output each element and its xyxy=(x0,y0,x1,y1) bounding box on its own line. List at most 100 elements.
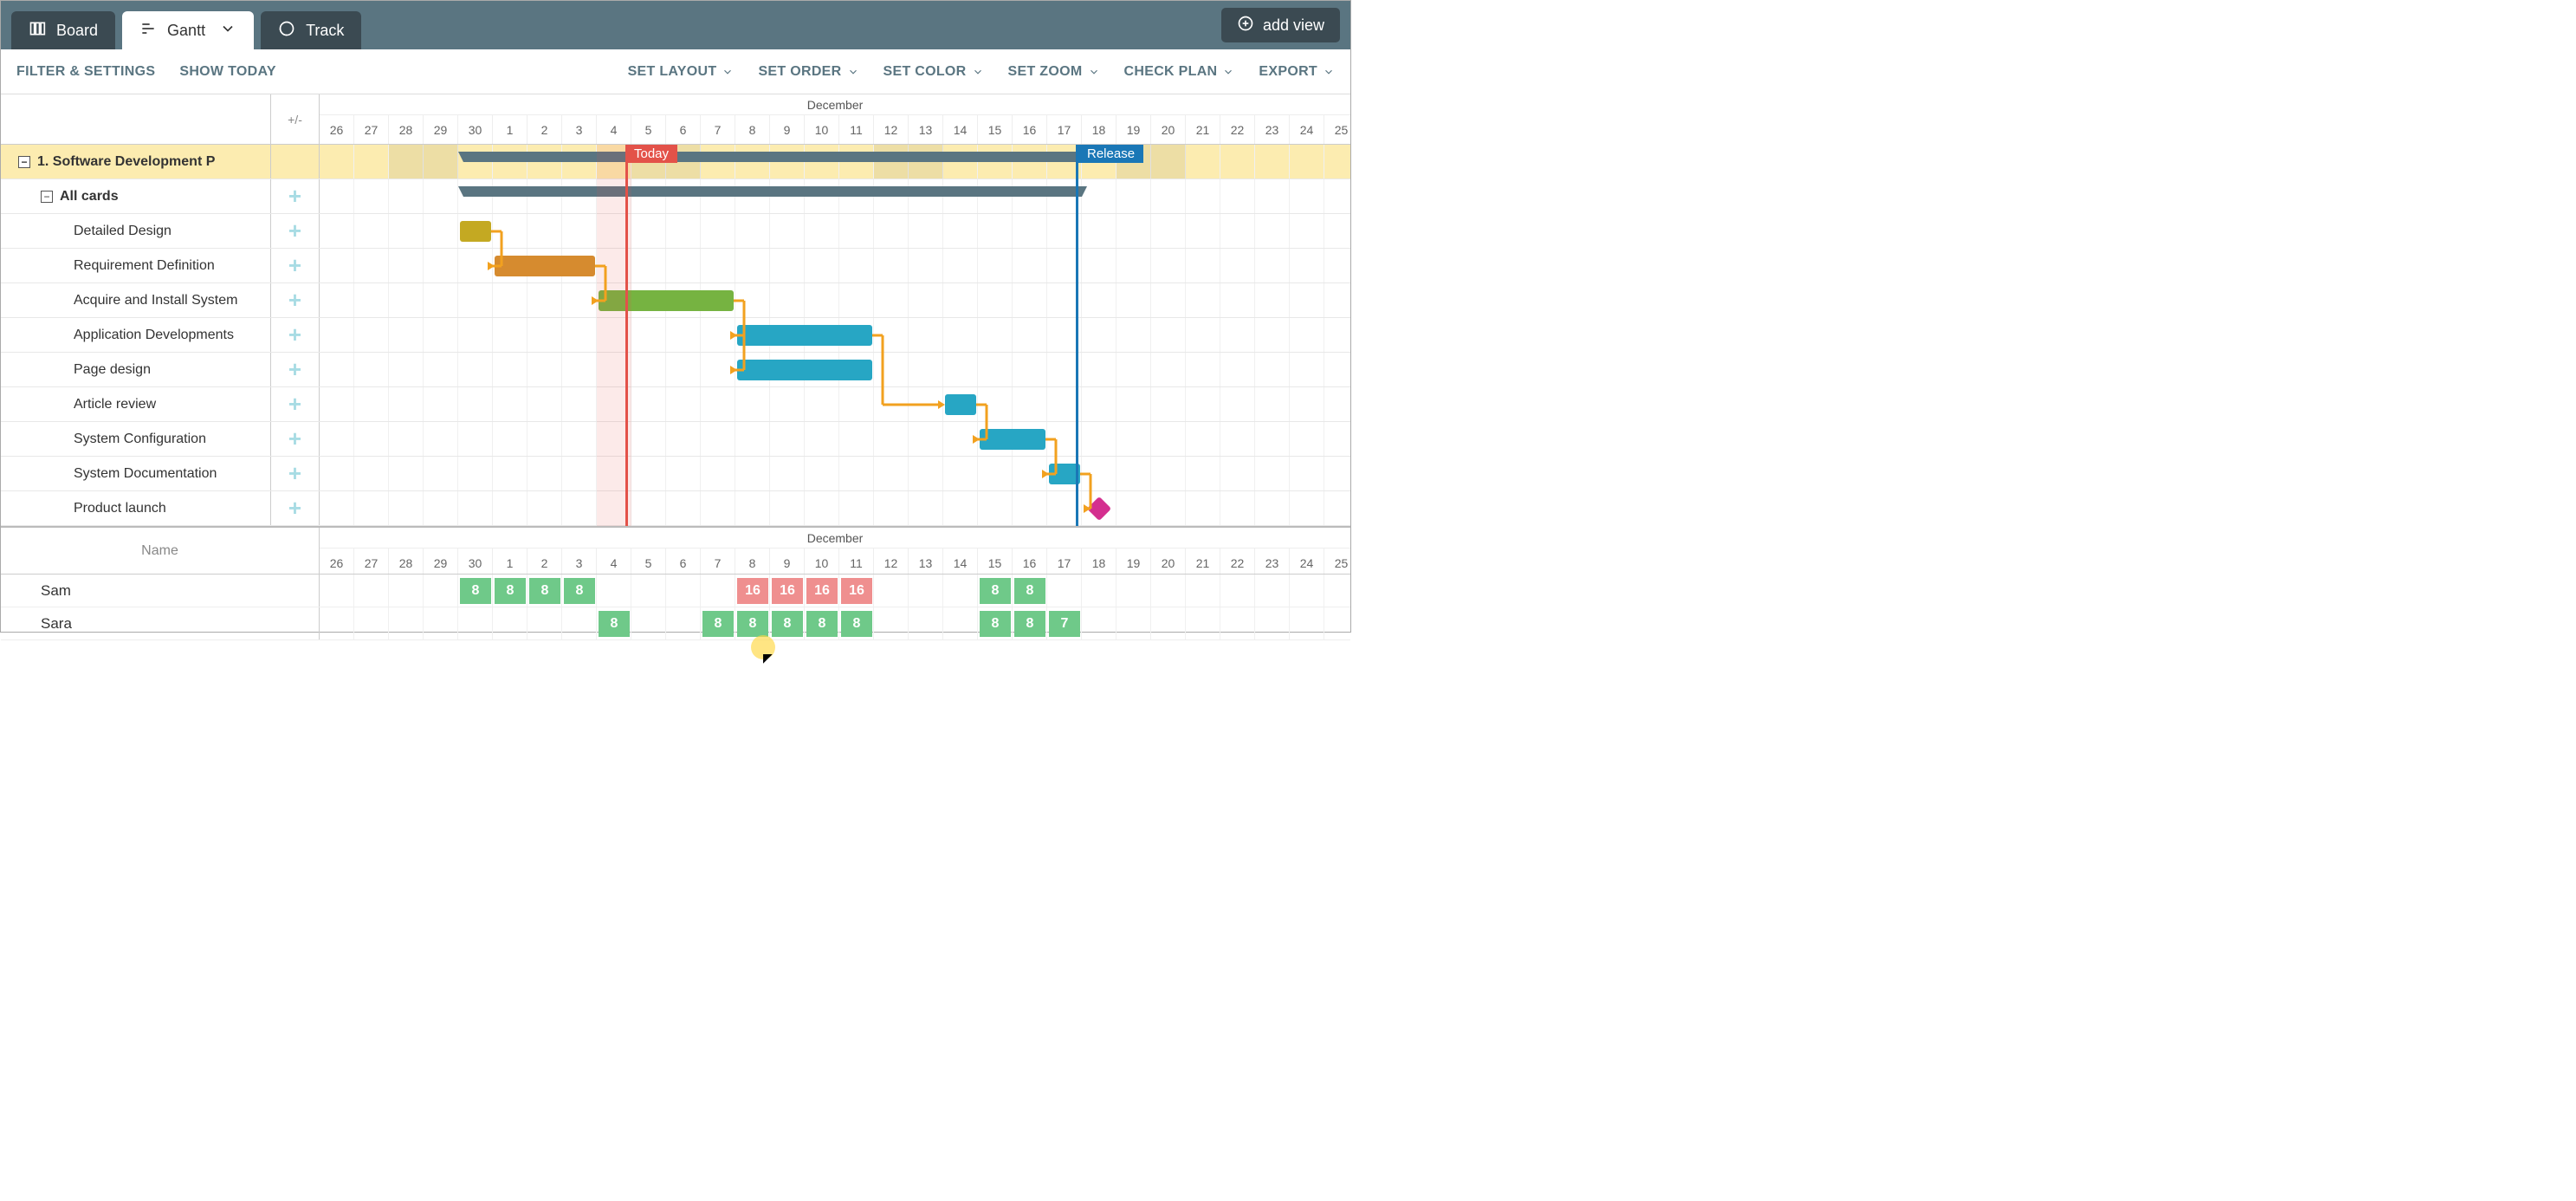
day-header-cell: 8 xyxy=(735,115,770,144)
check-plan-button[interactable]: CHECK PLAN xyxy=(1124,64,1235,80)
allocation-cell[interactable]: 16 xyxy=(772,578,803,604)
project-group-row[interactable]: −1. Software Development P xyxy=(1,145,1350,179)
day-header-cell: 10 xyxy=(805,115,839,144)
allocation-cell[interactable]: 8 xyxy=(980,611,1011,637)
task-row[interactable]: System Configuration + xyxy=(1,422,1350,457)
allocation-cell[interactable]: 16 xyxy=(841,578,872,604)
day-header-cell: 26 xyxy=(320,549,354,574)
task-row[interactable]: Product launch + xyxy=(1,491,1350,526)
add-task-button[interactable]: + xyxy=(288,321,301,348)
milestone[interactable] xyxy=(1087,497,1111,521)
add-task-button[interactable]: + xyxy=(288,287,301,314)
day-header-cell: 5 xyxy=(631,115,666,144)
resource-name-header: Name xyxy=(1,528,320,574)
task-bar[interactable] xyxy=(599,290,734,311)
allocation-cell[interactable]: 8 xyxy=(841,611,872,637)
day-header-cell: 1 xyxy=(493,549,527,574)
show-today-button[interactable]: SHOW TODAY xyxy=(179,64,275,80)
add-task-button[interactable]: + xyxy=(288,252,301,279)
chevron-down-icon xyxy=(722,66,734,78)
add-task-button[interactable]: + xyxy=(288,183,301,210)
task-row[interactable]: Article review + xyxy=(1,387,1350,422)
collapse-icon[interactable]: − xyxy=(18,156,30,168)
add-task-button[interactable]: + xyxy=(288,425,301,452)
all-cards-row[interactable]: −All cards + xyxy=(1,179,1350,214)
allocation-cell[interactable]: 8 xyxy=(1014,611,1045,637)
add-task-button[interactable]: + xyxy=(288,495,301,522)
task-row[interactable]: Acquire and Install System + xyxy=(1,283,1350,318)
allocation-cell[interactable]: 8 xyxy=(806,611,838,637)
day-header-cell: 23 xyxy=(1255,549,1290,574)
allocation-cell[interactable]: 8 xyxy=(529,578,560,604)
cursor-icon: ◤ xyxy=(763,651,773,665)
resource-row[interactable]: Sam 88881616161688 xyxy=(1,575,1350,607)
day-header-cell: 14 xyxy=(943,115,978,144)
allocation-cell[interactable]: 8 xyxy=(564,578,595,604)
day-header-cell: 16 xyxy=(1013,115,1047,144)
resource-row[interactable]: Sara 888888887 xyxy=(1,607,1350,640)
day-header-cell: 10 xyxy=(805,549,839,574)
day-header-cell: 21 xyxy=(1186,549,1220,574)
day-header-cell: 13 xyxy=(909,115,943,144)
add-task-button[interactable]: + xyxy=(288,217,301,244)
add-task-button[interactable]: + xyxy=(288,391,301,418)
allocation-cell[interactable]: 8 xyxy=(772,611,803,637)
day-header-cell: 29 xyxy=(424,115,458,144)
tab-board-label: Board xyxy=(56,22,98,40)
collapse-icon[interactable]: − xyxy=(41,191,53,203)
set-color-button[interactable]: SET COLOR xyxy=(883,64,984,80)
board-icon xyxy=(29,20,46,42)
allocation-cell[interactable]: 8 xyxy=(737,611,768,637)
task-row[interactable]: Page design + xyxy=(1,353,1350,387)
set-order-button[interactable]: SET ORDER xyxy=(758,64,858,80)
day-header-cell: 15 xyxy=(978,115,1013,144)
task-bar[interactable] xyxy=(945,394,976,415)
day-header-cell: 27 xyxy=(354,549,389,574)
tab-gantt[interactable]: Gantt xyxy=(122,11,254,49)
task-row[interactable]: Requirement Definition + xyxy=(1,249,1350,283)
allocation-cell[interactable]: 8 xyxy=(980,578,1011,604)
day-header-cell: 22 xyxy=(1220,549,1255,574)
set-zoom-button[interactable]: SET ZOOM xyxy=(1008,64,1100,80)
chevron-down-icon xyxy=(1222,66,1234,78)
task-bar[interactable] xyxy=(495,256,595,276)
allocation-cell[interactable]: 8 xyxy=(599,611,630,637)
export-button[interactable]: EXPORT xyxy=(1259,64,1335,80)
task-bar[interactable] xyxy=(737,325,872,346)
task-row[interactable]: Detailed Design + xyxy=(1,214,1350,249)
tab-track[interactable]: Track xyxy=(261,11,361,49)
task-bar[interactable] xyxy=(980,429,1045,450)
task-bar[interactable] xyxy=(737,360,872,380)
day-header-cell: 3 xyxy=(562,549,597,574)
add-task-button[interactable]: + xyxy=(288,356,301,383)
day-header-cell: 4 xyxy=(597,549,631,574)
resource-header: Name December 26272829301234567891011121… xyxy=(1,526,1350,575)
day-header-cell: 30 xyxy=(458,115,493,144)
task-row[interactable]: Application Developments + xyxy=(1,318,1350,353)
allocation-cell[interactable]: 8 xyxy=(1014,578,1045,604)
allocation-cell[interactable]: 8 xyxy=(460,578,491,604)
set-layout-button[interactable]: SET LAYOUT xyxy=(628,64,735,80)
add-task-button[interactable]: + xyxy=(288,460,301,487)
day-header-cell: 12 xyxy=(874,115,909,144)
day-header-cell: 5 xyxy=(631,549,666,574)
task-bar[interactable] xyxy=(460,221,491,242)
allocation-cell[interactable]: 7 xyxy=(1049,611,1080,637)
day-header-cell: 13 xyxy=(909,549,943,574)
day-header-cell: 24 xyxy=(1290,115,1324,144)
summary-bar[interactable] xyxy=(463,186,1082,197)
task-bar[interactable] xyxy=(1049,464,1080,484)
tab-board[interactable]: Board xyxy=(11,11,115,49)
allocation-cell[interactable]: 8 xyxy=(702,611,734,637)
allocation-cell[interactable]: 8 xyxy=(495,578,526,604)
day-header-cell: 12 xyxy=(874,549,909,574)
allocation-cell[interactable]: 16 xyxy=(737,578,768,604)
day-header-cell: 28 xyxy=(389,115,424,144)
task-row[interactable]: System Documentation + xyxy=(1,457,1350,491)
summary-bar[interactable] xyxy=(463,152,1082,162)
allocation-cell[interactable]: 16 xyxy=(806,578,838,604)
add-view-button[interactable]: add view xyxy=(1221,8,1340,42)
filter-settings-button[interactable]: FILTER & SETTINGS xyxy=(16,64,155,80)
day-header-cell: 21 xyxy=(1186,115,1220,144)
day-header-cell: 11 xyxy=(839,549,874,574)
